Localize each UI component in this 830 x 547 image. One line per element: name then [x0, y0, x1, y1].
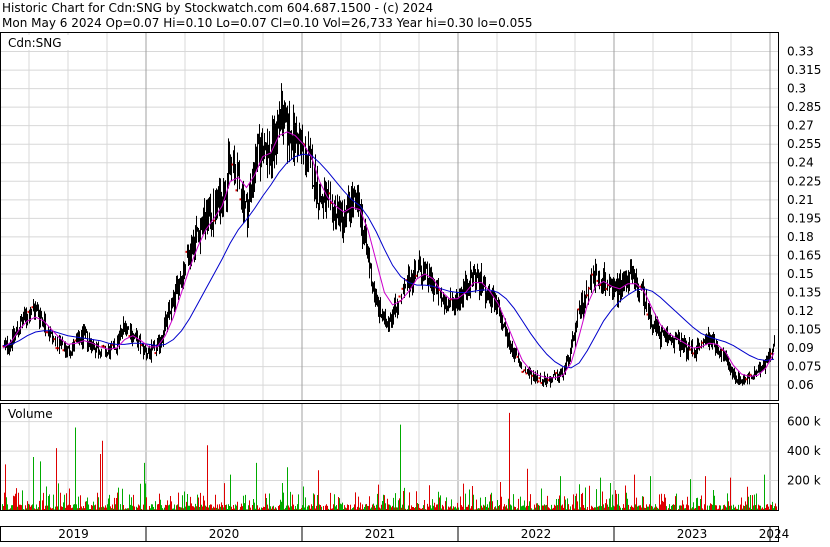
price-tick-label: 0.105 — [787, 323, 821, 337]
price-tick-label: 0.225 — [787, 174, 821, 188]
price-tick-label: 0.06 — [787, 378, 814, 392]
price-tick-label: 0.3 — [787, 82, 806, 96]
price-tick-label: 0.15 — [787, 267, 814, 281]
volume-axis-ticks: 600 k 400 k 200 k — [787, 415, 821, 488]
price-dot — [398, 295, 401, 298]
price-tick-label: 0.09 — [787, 341, 814, 355]
symbol-label: Cdn:SNG — [8, 36, 62, 50]
year-label: 2019 — [58, 527, 89, 541]
price-tick-label: 0.12 — [787, 304, 814, 318]
header-line-1: Historic Chart for Cdn:SNG by Stockwatch… — [2, 1, 433, 15]
chart-canvas: Historic Chart for Cdn:SNG by Stockwatch… — [0, 1, 821, 542]
year-label: 2022 — [521, 527, 552, 541]
price-tick-label: 0.285 — [787, 100, 821, 114]
header-line-2: Mon May 6 2024 Op=0.07 Hi=0.10 Lo=0.07 C… — [2, 16, 532, 30]
price-tick-label: 0.21 — [787, 193, 814, 207]
year-label: 2020 — [209, 527, 240, 541]
price-tick-label: 0.315 — [787, 63, 821, 77]
price-tick-label: 0.18 — [787, 230, 814, 244]
year-label: 2024 — [759, 527, 790, 541]
price-tick-label: 0.195 — [787, 211, 821, 225]
price-tick-label: 0.27 — [787, 119, 814, 133]
price-tick-label: 0.075 — [787, 360, 821, 374]
volume-label: Volume — [8, 407, 53, 421]
price-dot — [537, 380, 540, 383]
year-label: 2021 — [365, 527, 396, 541]
price-tick-label: 0.135 — [787, 285, 821, 299]
volume-tick-label: 200 k — [787, 474, 821, 488]
stock-chart: Historic Chart for Cdn:SNG by Stockwatch… — [0, 0, 830, 543]
price-tick-label: 0.165 — [787, 248, 821, 262]
volume-tick-label: 600 k — [787, 415, 821, 429]
volume-tick-label: 400 k — [787, 444, 821, 458]
year-label: 2023 — [677, 527, 708, 541]
price-axis-ticks: 0.33 0.315 0.3 0.285 0.27 0.255 0.24 0.225 0.21 0… — [787, 45, 821, 393]
price-tick-label: 0.33 — [787, 45, 814, 59]
price-tick-label: 0.255 — [787, 137, 821, 151]
price-tick-label: 0.24 — [787, 156, 814, 170]
